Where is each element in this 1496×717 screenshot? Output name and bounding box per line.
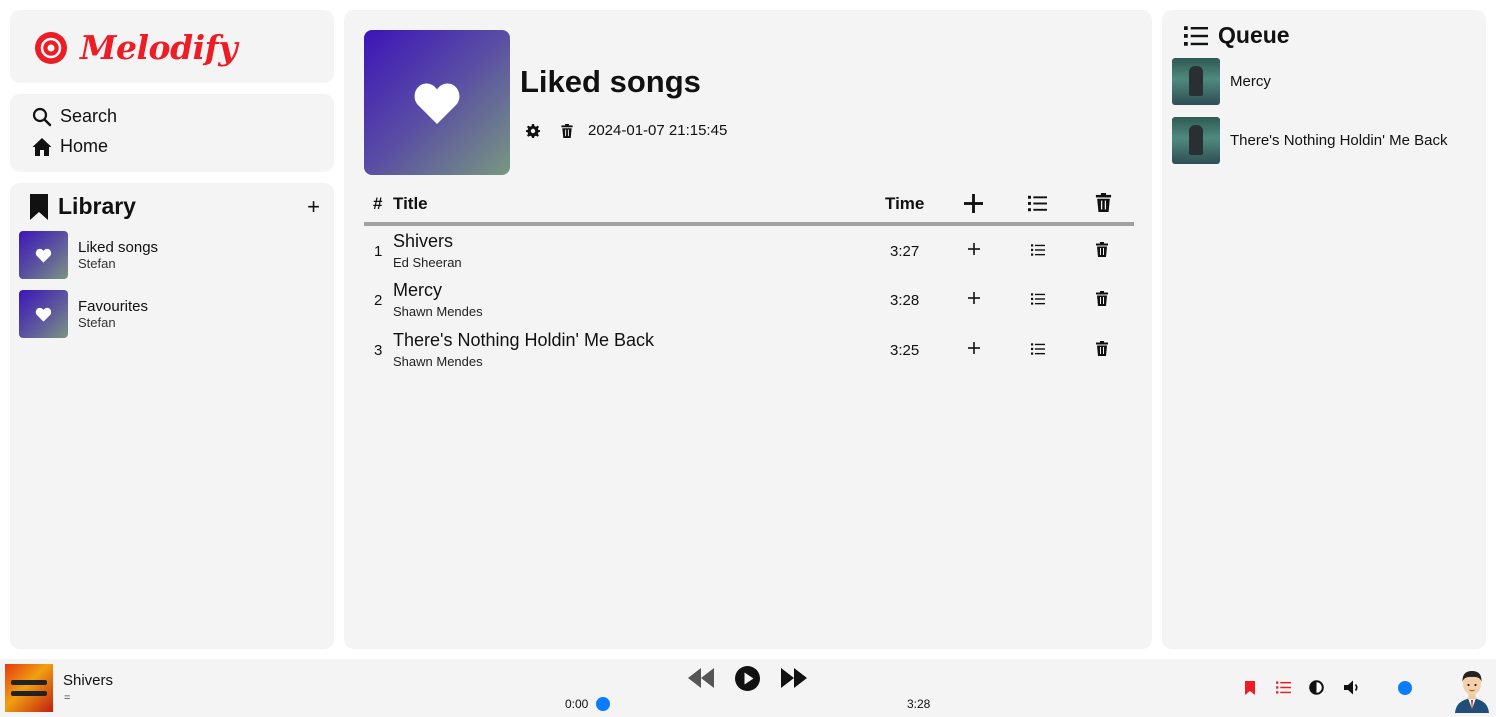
play-icon[interactable] — [735, 666, 760, 691]
library-item-name: Liked songs — [78, 239, 159, 256]
queue-header: Queue — [1184, 22, 1290, 49]
volume-slider-handle[interactable] — [1398, 681, 1412, 695]
nav-search-label: Search — [60, 106, 118, 126]
plus-icon — [964, 194, 983, 213]
queue-title: Queue — [1218, 22, 1290, 48]
column-time: Time — [885, 194, 925, 213]
queue-item-name: There's Nothing Holdin' Me Back — [1230, 132, 1448, 149]
library-item-owner: Stefan — [78, 315, 116, 330]
remove-song-icon[interactable] — [1096, 242, 1108, 257]
home-icon — [32, 137, 52, 156]
column-title: Title — [393, 194, 428, 213]
queue-item-name: Mercy — [1230, 73, 1271, 90]
queue-panel: Queue Mercy There's Nothing Holdin' Me B… — [1162, 10, 1486, 649]
now-playing-title: Shivers — [63, 672, 114, 689]
list-icon[interactable] — [1276, 681, 1291, 694]
song-row[interactable]: 1 Shivers Ed Sheeran 3:27 — [364, 231, 1134, 279]
trash-icon — [1094, 193, 1113, 212]
song-row[interactable]: 3 There's Nothing Holdin' Me Back Shawn … — [364, 330, 1134, 378]
playlist-created-date: 2024-01-07 21:15:45 — [588, 122, 728, 139]
song-number: 2 — [374, 292, 383, 309]
list-icon — [1028, 194, 1047, 213]
add-playlist-button[interactable]: + — [307, 195, 320, 219]
album-art — [1172, 58, 1220, 105]
playlist-meta: 2024-01-07 21:15:45 — [526, 122, 727, 139]
seek-slider-handle[interactable] — [596, 697, 610, 711]
playlist-title: Liked songs — [520, 64, 701, 99]
logo-panel: Melodify — [10, 10, 334, 83]
nav-home[interactable]: Home — [32, 136, 108, 157]
add-to-playlist-icon[interactable] — [968, 292, 980, 304]
song-artist: Shawn Mendes — [393, 304, 483, 319]
fast-forward-icon[interactable] — [781, 668, 807, 688]
heart-icon — [35, 248, 52, 263]
now-playing-album-art — [5, 664, 53, 712]
bookmark-icon — [30, 193, 48, 220]
song-title: Shivers — [393, 231, 454, 251]
delete-playlist-icon[interactable] — [560, 124, 574, 138]
library-panel: Library + Liked songs Stefan Favourites … — [10, 183, 334, 649]
library-item-favourites[interactable]: Favourites Stefan — [19, 290, 148, 338]
now-playing-subtitle: = — [64, 692, 71, 704]
library-title: Library — [58, 193, 136, 219]
main-panel: Liked songs 2024-01-07 21:15:45 # Title … — [344, 10, 1152, 649]
user-avatar[interactable] — [1453, 667, 1491, 713]
playlist-thumbnail — [19, 231, 68, 279]
song-artist: Ed Sheeran — [393, 255, 462, 270]
nav-search[interactable]: Search — [32, 106, 117, 127]
nav-panel: Search Home — [10, 94, 334, 172]
bookmark-icon[interactable] — [1245, 681, 1255, 695]
song-row[interactable]: 2 Mercy Shawn Mendes 3:28 — [364, 280, 1134, 328]
search-icon — [32, 107, 52, 126]
heart-icon — [35, 307, 52, 322]
library-item-name: Favourites — [78, 298, 149, 315]
song-duration: 3:25 — [890, 342, 920, 359]
total-duration: 3:28 — [907, 697, 931, 711]
queue-item[interactable]: There's Nothing Holdin' Me Back — [1172, 117, 1448, 164]
column-number: # — [373, 194, 383, 213]
heart-icon — [413, 81, 461, 125]
contrast-icon[interactable] — [1309, 680, 1324, 695]
vinyl-record-icon — [35, 32, 67, 64]
song-table-header: # Title Time — [364, 190, 1134, 226]
song-title: Mercy — [393, 280, 442, 300]
current-time: 0:00 — [565, 697, 589, 711]
song-artist: Shawn Mendes — [393, 354, 483, 369]
song-duration: 3:27 — [890, 243, 920, 260]
album-art — [1172, 117, 1220, 164]
player-bar: Shivers = 0:00 3:28 — [0, 659, 1496, 717]
add-to-playlist-icon[interactable] — [968, 243, 980, 255]
library-item-owner: Stefan — [78, 256, 116, 271]
song-number: 1 — [374, 243, 383, 260]
gear-icon[interactable] — [526, 123, 540, 138]
song-duration: 3:28 — [890, 292, 920, 309]
volume-icon[interactable] — [1344, 680, 1361, 695]
nav-home-label: Home — [60, 136, 109, 156]
app-name: Melodify — [80, 28, 238, 67]
app-logo[interactable]: Melodify — [34, 28, 238, 68]
add-to-queue-icon[interactable] — [1031, 342, 1045, 356]
add-to-queue-icon[interactable] — [1031, 292, 1045, 306]
playlist-thumbnail — [19, 290, 68, 338]
song-title: There's Nothing Holdin' Me Back — [393, 330, 654, 350]
playlist-cover — [364, 30, 510, 175]
add-to-queue-icon[interactable] — [1031, 243, 1045, 257]
library-item-liked-songs[interactable]: Liked songs Stefan — [19, 231, 158, 279]
add-to-playlist-icon[interactable] — [968, 342, 980, 354]
queue-item[interactable]: Mercy — [1172, 58, 1271, 105]
library-header: Library — [28, 193, 136, 220]
rewind-icon[interactable] — [688, 668, 714, 688]
song-number: 3 — [374, 342, 383, 359]
list-icon — [1184, 25, 1208, 47]
remove-song-icon[interactable] — [1096, 341, 1108, 356]
remove-song-icon[interactable] — [1096, 291, 1108, 306]
